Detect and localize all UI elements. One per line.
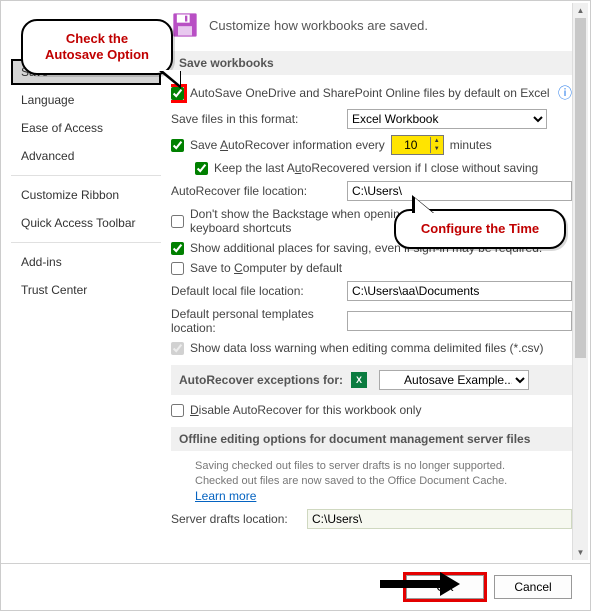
csv-warning-checkbox[interactable] — [171, 342, 184, 355]
disable-ar-checkbox[interactable] — [171, 404, 184, 417]
disable-ar-label: Disable AutoRecover for this workbook on… — [190, 403, 421, 417]
annotation-check-autosave: Check the Autosave Option — [21, 19, 173, 75]
learn-more-link[interactable]: Learn more — [195, 489, 256, 503]
save-computer-label: Save to Computer by default — [190, 261, 342, 275]
row-keep-last: Keep the last AutoRecovered version if I… — [195, 161, 572, 175]
save-disk-icon — [171, 11, 199, 39]
spinner-up-icon[interactable]: ▲ — [431, 137, 443, 145]
scrollbar-thumb[interactable] — [575, 18, 586, 358]
offline-hint-line1: Saving checked out files to server draft… — [195, 459, 572, 474]
row-disable-ar: Disable AutoRecover for this workbook on… — [171, 403, 572, 417]
annotation-configure-time: Configure the Time — [394, 209, 566, 249]
autorecover-label: Save AutoRecover information every — [190, 138, 385, 152]
excel-workbook-icon: X — [351, 372, 367, 388]
offline-hint-line2: Checked out files are now saved to the O… — [195, 474, 572, 489]
csv-warning-label: Show data loss warning when editing comm… — [190, 341, 544, 355]
row-autorecover-interval: Save AutoRecover information every ▲▼ mi… — [171, 135, 572, 155]
row-ar-location: AutoRecover file location: — [171, 181, 572, 201]
templates-location-label: Default personal templates location: — [171, 307, 341, 335]
save-format-label: Save files in this format: — [171, 112, 341, 126]
row-drafts-location: Server drafts location: — [171, 509, 572, 529]
sidebar-item-ease-of-access[interactable]: Ease of Access — [11, 115, 161, 141]
keep-last-label: Keep the last AutoRecovered version if I… — [214, 161, 538, 175]
annotation-text: Check the Autosave Option — [45, 31, 149, 62]
save-format-combo[interactable]: Excel Workbook — [347, 109, 547, 129]
sidebar-item-quick-access-toolbar[interactable]: Quick Access Toolbar — [11, 210, 161, 236]
minutes-unit: minutes — [450, 138, 492, 152]
autorecover-minutes-input[interactable] — [392, 136, 430, 154]
sidebar-item-customize-ribbon[interactable]: Customize Ribbon — [11, 182, 161, 208]
section-save-workbooks: Save workbooks — [171, 51, 572, 75]
row-file-format: Save files in this format: Excel Workboo… — [171, 109, 572, 129]
scroll-up-icon[interactable]: ▲ — [573, 3, 588, 18]
section-offline: Offline editing options for document man… — [171, 427, 572, 451]
sidebar-item-trust-center[interactable]: Trust Center — [11, 277, 161, 303]
default-location-label: Default local file location: — [171, 284, 341, 298]
ar-location-label: AutoRecover file location: — [171, 184, 341, 198]
autosave-label: AutoSave OneDrive and SharePoint Online … — [190, 86, 552, 100]
sidebar-item-advanced[interactable]: Advanced — [11, 143, 161, 169]
row-default-location: Default local file location: — [171, 281, 572, 301]
panel-header: Customize how workbooks are saved. — [171, 11, 572, 39]
scroll-down-icon[interactable]: ▼ — [573, 545, 588, 560]
excel-options-save-dialog: Proofing Save Language Ease of Access Ad… — [0, 0, 591, 611]
exception-workbook-combo[interactable]: Autosave Example.... — [379, 370, 529, 390]
sidebar-item-add-ins[interactable]: Add-ins — [11, 249, 161, 275]
ar-location-input[interactable] — [347, 181, 572, 201]
annotation-text: Configure the Time — [421, 221, 539, 236]
backstage-checkbox[interactable] — [171, 215, 184, 228]
row-autosave: AutoSave OneDrive and SharePoint Online … — [171, 83, 572, 103]
default-location-input[interactable] — [347, 281, 572, 301]
sidebar-item-language[interactable]: Language — [11, 87, 161, 113]
annotation-arrow-icon — [380, 572, 460, 596]
cancel-button[interactable]: Cancel — [494, 575, 572, 599]
dialog-button-bar: OK Cancel — [1, 563, 590, 610]
save-computer-checkbox[interactable] — [171, 262, 184, 275]
info-icon[interactable]: ⓘ — [558, 83, 572, 103]
row-csv-warning: Show data loss warning when editing comm… — [171, 341, 572, 355]
additional-places-checkbox[interactable] — [171, 242, 184, 255]
row-save-computer: Save to Computer by default — [171, 261, 572, 275]
main-panel: Customize how workbooks are saved. Save … — [171, 11, 572, 555]
autorecover-checkbox[interactable] — [171, 139, 184, 152]
offline-hint: Saving checked out files to server draft… — [195, 459, 572, 503]
vertical-scrollbar[interactable]: ▲ ▼ — [572, 3, 588, 560]
autorecover-minutes-spinner[interactable]: ▲▼ — [391, 135, 444, 155]
drafts-location-input — [307, 509, 572, 529]
sidebar-divider — [11, 175, 161, 176]
keep-last-checkbox[interactable] — [195, 162, 208, 175]
templates-location-input[interactable] — [347, 311, 572, 331]
panel-title: Customize how workbooks are saved. — [209, 18, 428, 33]
spinner-down-icon[interactable]: ▼ — [431, 145, 443, 153]
drafts-location-label: Server drafts location: — [171, 512, 301, 526]
sidebar-divider — [11, 242, 161, 243]
ar-exceptions-title: AutoRecover exceptions for: — [179, 373, 343, 387]
row-templates-location: Default personal templates location: — [171, 307, 572, 335]
section-autorecover-exceptions: AutoRecover exceptions for: X Autosave E… — [171, 365, 572, 395]
